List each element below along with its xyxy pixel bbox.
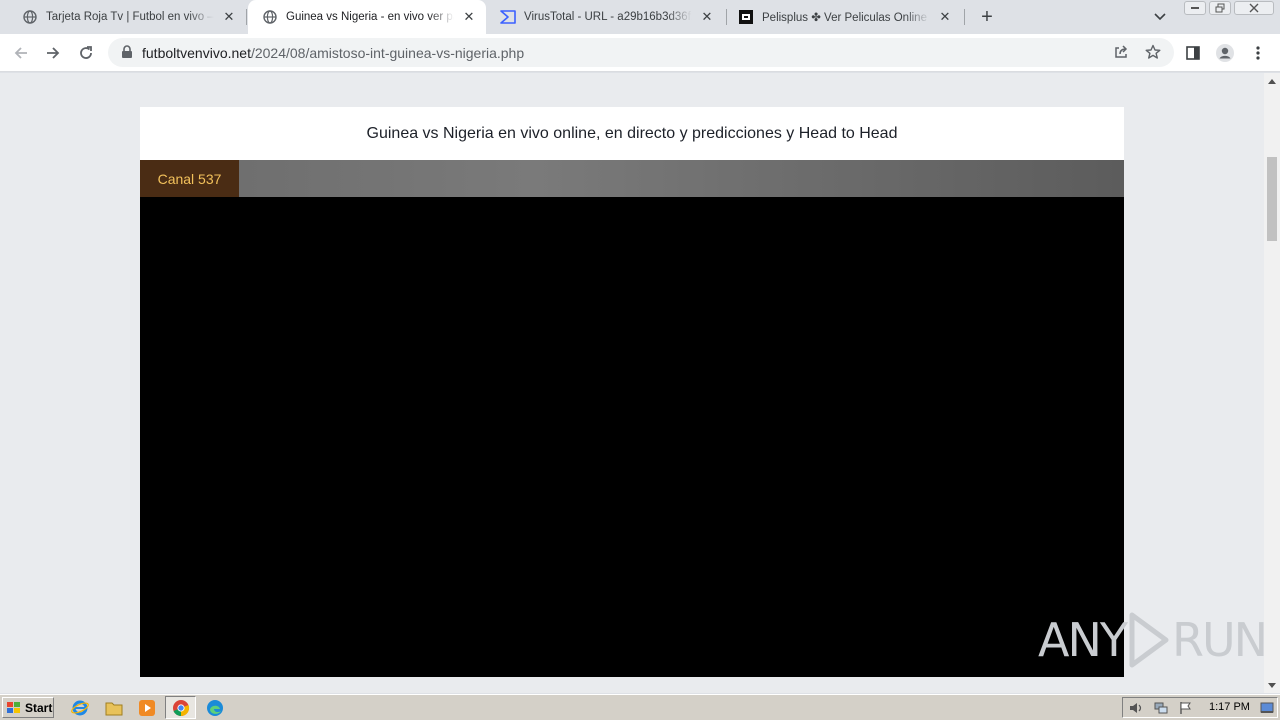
start-button[interactable]: Start xyxy=(2,697,54,718)
profile-icon xyxy=(1216,44,1234,62)
windows-logo-icon xyxy=(7,701,20,713)
system-tray: 1:17 PM xyxy=(1122,697,1278,718)
close-icon xyxy=(1249,3,1259,13)
folder-icon[interactable] xyxy=(104,698,124,718)
tab-title: Pelisplus ✤ Ver Peliculas Online Gratis xyxy=(762,12,930,24)
flag-icon[interactable] xyxy=(1178,700,1194,716)
reload-button[interactable] xyxy=(73,40,99,66)
profile-button[interactable] xyxy=(1212,40,1238,66)
channel-bar: Canal 537 xyxy=(140,160,1124,197)
vertical-scrollbar[interactable] xyxy=(1264,73,1280,693)
minimize-icon xyxy=(1191,7,1199,9)
back-button[interactable] xyxy=(8,40,34,66)
restore-button[interactable] xyxy=(1209,1,1231,15)
watermark-left: ANY xyxy=(1038,613,1128,667)
url-text: futboltvenvivo.net/2024/08/amistoso-int-… xyxy=(142,45,524,61)
side-panel-icon xyxy=(1186,46,1200,60)
reload-icon xyxy=(80,46,92,59)
tab-pelisplus[interactable]: Pelisplus ✤ Ver Peliculas Online Gratis … xyxy=(724,0,962,34)
tab-virustotal[interactable]: VirusTotal - URL - a29b16b3d36f2dc2 ✕ xyxy=(486,0,724,34)
tab-title: VirusTotal - URL - a29b16b3d36f2dc2 xyxy=(524,11,692,23)
watermark-right: RUN xyxy=(1171,613,1268,667)
url-path: /2024/08/amistoso-int-guinea-vs-nigeria.… xyxy=(250,45,525,61)
media-player-icon[interactable] xyxy=(137,698,157,718)
tab-title: Guinea vs Nigeria - en vivo ver partido xyxy=(286,11,454,23)
clock[interactable]: 1:17 PM xyxy=(1209,701,1250,713)
browser-toolbar: futboltvenvivo.net/2024/08/amistoso-int-… xyxy=(0,34,1280,72)
tab-tarjeta-roja[interactable]: Tarjeta Roja Tv | Futbol en vivo – Pirlo… xyxy=(8,0,246,34)
anyrun-watermark: ANY RUN xyxy=(1038,610,1268,670)
arrow-right-icon xyxy=(47,47,60,59)
taskbar: Start 1:17 PM xyxy=(0,694,1280,720)
menu-button[interactable] xyxy=(1245,40,1271,66)
tab-guinea-nigeria[interactable]: Guinea vs Nigeria - en vivo ver partido … xyxy=(248,0,486,34)
heading-card: Guinea vs Nigeria en vivo online, en dir… xyxy=(140,107,1124,161)
close-icon[interactable]: ✕ xyxy=(936,8,954,26)
arrow-left-icon xyxy=(14,47,27,59)
pelisplus-icon xyxy=(738,9,754,25)
scrollbar-thumb[interactable] xyxy=(1267,157,1277,241)
tab-title: Tarjeta Roja Tv | Futbol en vivo – Pirlo xyxy=(46,11,214,23)
close-icon[interactable]: ✕ xyxy=(460,8,478,26)
more-vertical-icon xyxy=(1256,46,1260,60)
tab-search-button[interactable] xyxy=(1150,7,1170,27)
share-icon[interactable] xyxy=(1112,43,1130,61)
tab-separator xyxy=(246,9,247,25)
globe-icon xyxy=(262,9,278,25)
close-icon[interactable]: ✕ xyxy=(698,8,716,26)
url-host: futboltvenvivo.net xyxy=(142,45,251,61)
minimize-button[interactable] xyxy=(1184,1,1206,15)
new-tab-button[interactable]: + xyxy=(976,6,998,28)
chevron-down-icon xyxy=(1154,13,1166,21)
side-panel-button[interactable] xyxy=(1180,40,1206,66)
page-title: Guinea vs Nigeria en vivo online, en dir… xyxy=(366,125,898,142)
show-desktop-icon[interactable] xyxy=(1259,700,1275,716)
tab-strip: Tarjeta Roja Tv | Futbol en vivo – Pirlo… xyxy=(0,0,1280,34)
scroll-up-arrow[interactable] xyxy=(1264,75,1280,87)
video-player[interactable] xyxy=(140,197,1124,677)
internet-explorer-icon[interactable] xyxy=(70,698,90,718)
play-triangle-icon xyxy=(1129,612,1169,668)
forward-button[interactable] xyxy=(40,40,66,66)
edge-icon[interactable] xyxy=(205,698,225,718)
channel-tab[interactable]: Canal 537 xyxy=(140,160,239,197)
close-icon[interactable]: ✕ xyxy=(220,8,238,26)
network-icon[interactable] xyxy=(1153,700,1169,716)
chrome-icon[interactable] xyxy=(171,698,191,718)
page-viewport: Guinea vs Nigeria en vivo online, en dir… xyxy=(0,73,1264,693)
scroll-down-arrow[interactable] xyxy=(1264,679,1280,691)
star-icon[interactable] xyxy=(1144,43,1162,61)
close-window-button[interactable] xyxy=(1234,1,1274,15)
volume-icon[interactable] xyxy=(1128,700,1144,716)
restore-icon xyxy=(1215,3,1225,13)
tab-separator xyxy=(964,9,965,25)
virustotal-icon xyxy=(500,9,516,25)
start-label: Start xyxy=(25,700,53,715)
address-bar[interactable]: futboltvenvivo.net/2024/08/amistoso-int-… xyxy=(108,38,1174,67)
globe-icon xyxy=(22,9,38,25)
lock-icon[interactable] xyxy=(118,43,136,61)
